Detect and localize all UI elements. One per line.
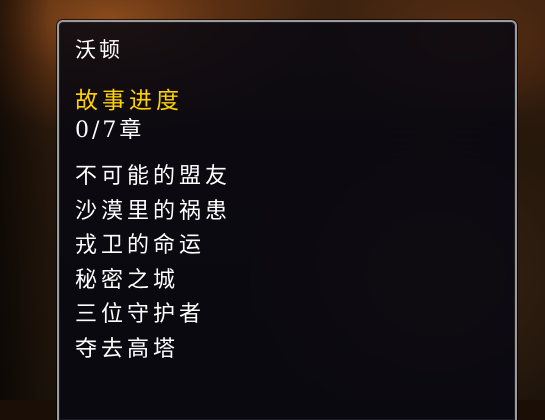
chapter-item: 不可能的盟友 [75,164,232,189]
chapter-list: 不可能的盟友 沙漠里的祸患 戎卫的命运 秘密之城 三位守护者 夺去高塔 [75,160,499,367]
tooltip-content: 沃顿 故事进度 0/7章 不可能的盟友 沙漠里的祸患 戎卫的命运 秘密之城 三位… [75,36,499,367]
chapter-item: 夺去高塔 [75,336,180,362]
screen-edge-shadow [0,0,50,400]
story-progress-header: 故事进度 [75,88,183,114]
chapter-item: 沙漠里的祸患 [75,198,232,224]
chapter-item: 三位守护者 [75,302,206,327]
chapter-item: 戎卫的命运 [75,233,206,258]
tooltip-title: 沃顿 [75,38,123,62]
story-progress-count: 0/7章 [75,118,145,143]
chapter-item: 秘密之城 [75,267,180,293]
zone-tooltip: 沃顿 故事进度 0/7章 不可能的盟友 沙漠里的祸患 戎卫的命运 秘密之城 三位… [57,20,517,420]
